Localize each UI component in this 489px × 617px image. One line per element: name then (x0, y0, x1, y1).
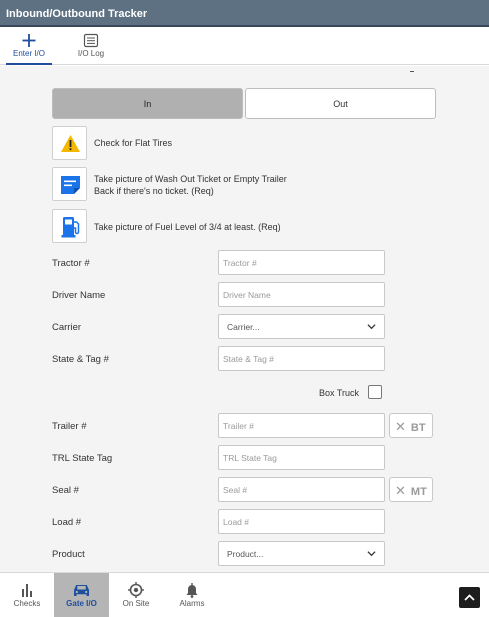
warning-icon-box[interactable] (52, 126, 87, 160)
tab-enter-io-label: Enter I/O (12, 49, 45, 58)
seal-mt-button[interactable]: ✕ MT (389, 477, 433, 502)
top-nav: Enter I/O I/O Log (0, 27, 489, 65)
nav-alarms[interactable]: Alarms (172, 573, 212, 617)
nav-checks-label: Checks (13, 599, 41, 608)
driver-name-label: Driver Name (52, 290, 106, 301)
note-icon (61, 176, 80, 194)
state-tag-label: State & Tag # (52, 354, 109, 365)
fuel-icon-box[interactable] (52, 209, 87, 243)
check-wash-out-line1: Take picture of Wash Out Ticket or Empty… (94, 174, 287, 184)
nav-gate-io[interactable]: Gate I/O (54, 573, 109, 617)
nav-checks[interactable]: Checks (8, 573, 46, 617)
driver-name-input[interactable]: Driver Name (218, 282, 385, 307)
bar-chart-icon (22, 584, 32, 597)
trl-state-tag-input[interactable]: TRL State Tag (218, 445, 385, 470)
tab-enter-io[interactable]: Enter I/O (6, 27, 52, 65)
plus-icon (22, 34, 36, 47)
close-icon: ✕ (395, 483, 406, 498)
list-icon (83, 33, 99, 48)
chevron-down-icon (367, 551, 376, 557)
carrier-label: Carrier (52, 322, 82, 333)
chevron-down-icon (367, 324, 376, 330)
seal-mt-label: MT (410, 486, 427, 498)
check-flat-tires-text: Check for Flat Tires (94, 138, 173, 148)
bell-icon (186, 583, 198, 598)
check-wash-out-line2: Back if there's no ticket. (Req) (94, 186, 214, 196)
product-label: Product (52, 549, 85, 560)
nav-alarms-label: Alarms (179, 599, 205, 608)
nav-on-site-label: On Site (122, 599, 150, 608)
note-icon-box[interactable] (52, 167, 87, 201)
load-input[interactable]: Load # (218, 509, 385, 534)
seal-input[interactable]: Seal # (218, 477, 385, 502)
tab-io-log[interactable]: I/O Log (70, 27, 112, 65)
app-title-bar: Inbound/Outbound Tracker (0, 0, 489, 27)
state-tag-input[interactable]: State & Tag # (218, 346, 385, 371)
load-label: Load # (52, 517, 82, 528)
nav-on-site[interactable]: On Site (115, 573, 157, 617)
close-icon: ✕ (395, 419, 406, 434)
scroll-indicator (410, 71, 414, 72)
location-target-icon (128, 582, 144, 598)
seal-label: Seal # (52, 485, 79, 496)
form-content[interactable]: In Out Check for Flat Tires Take picture… (0, 66, 489, 572)
bottom-nav: Checks Gate I/O On Site Alarms (0, 572, 489, 617)
carrier-select[interactable]: Carrier... (218, 314, 385, 339)
nav-gate-io-label: Gate I/O (66, 599, 97, 608)
box-truck-label: Box Truck (319, 388, 360, 398)
box-truck-checkbox[interactable] (368, 385, 382, 399)
tractor-input[interactable]: Tractor # (218, 250, 385, 275)
trailer-bt-label: BT (410, 422, 426, 434)
chevron-up-icon (464, 594, 475, 601)
app-title: Inbound/Outbound Tracker (6, 8, 148, 20)
warning-icon (61, 135, 80, 152)
product-select-value: Product... (227, 549, 264, 559)
tab-io-log-label: I/O Log (77, 49, 105, 58)
tractor-label: Tractor # (52, 258, 90, 269)
trl-state-tag-label: TRL State Tag (52, 453, 113, 464)
car-icon (74, 585, 89, 596)
product-select[interactable]: Product... (218, 541, 385, 566)
in-toggle-button[interactable]: In (52, 88, 243, 119)
out-toggle-button[interactable]: Out (245, 88, 436, 119)
trailer-input[interactable]: Trailer # (218, 413, 385, 438)
carrier-select-value: Carrier... (227, 322, 260, 332)
trailer-bt-button[interactable]: ✕ BT (389, 413, 433, 438)
trailer-label: Trailer # (52, 421, 87, 432)
scroll-top-button[interactable] (459, 587, 480, 608)
check-fuel-level-text: Take picture of Fuel Level of 3/4 at lea… (94, 222, 281, 232)
fuel-icon (61, 217, 80, 238)
